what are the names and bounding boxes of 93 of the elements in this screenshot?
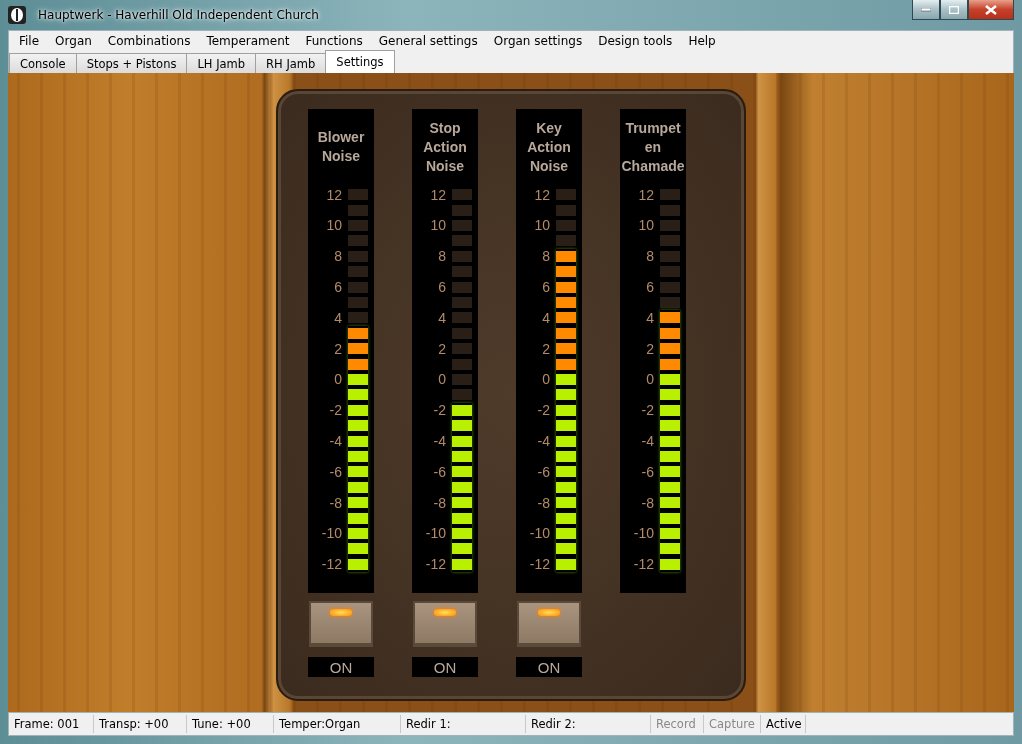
menu-item[interactable]: File <box>11 34 48 48</box>
toggle-button[interactable] <box>413 601 477 647</box>
scale-label: -10 <box>632 525 654 542</box>
scale-label: 10 <box>325 217 342 234</box>
status-item: Redir 1: <box>401 715 526 733</box>
scale-label: 10 <box>637 217 654 234</box>
close-icon <box>985 4 997 15</box>
status-item: Active <box>761 715 806 733</box>
scale-label: 6 <box>437 279 446 296</box>
scale-label: 4 <box>541 309 550 326</box>
tab[interactable]: Console <box>9 53 77 73</box>
menu-item[interactable]: Organ <box>47 34 100 48</box>
scale-label: 4 <box>333 309 342 326</box>
scale-label: -12 <box>320 556 342 573</box>
window-title: Hauptwerk - Haverhill Old Independent Church <box>37 7 320 24</box>
menu-item[interactable]: Help <box>680 34 724 48</box>
maximize-icon <box>949 5 959 14</box>
scale-label: -8 <box>328 494 342 511</box>
scale-label: 8 <box>437 248 446 265</box>
menu-item[interactable]: Functions <box>297 34 371 48</box>
scale-label: -12 <box>424 556 446 573</box>
scale-label: 10 <box>429 217 446 234</box>
scale-label: 2 <box>645 340 654 357</box>
scale-label: 8 <box>541 248 550 265</box>
scale-label: 12 <box>533 186 550 203</box>
status-item: Record <box>651 715 704 733</box>
scale-label: 4 <box>645 309 654 326</box>
meter-title: Blower Noise <box>316 128 366 166</box>
scale-label: -2 <box>328 402 342 419</box>
meter-title: Trumpet en Chamade <box>620 118 686 176</box>
scale-label: -4 <box>432 432 446 449</box>
minimize-button[interactable] <box>912 0 940 20</box>
tab[interactable]: RH Jamb <box>255 53 327 73</box>
scale-label: 12 <box>429 186 446 203</box>
status-item: Frame: 001 <box>9 715 94 733</box>
scale-label: -2 <box>640 402 654 419</box>
scale-label: 6 <box>541 279 550 296</box>
status-item: Temper:Organ <box>274 715 401 733</box>
scale-label: -4 <box>328 432 342 449</box>
scale-label: -2 <box>432 402 446 419</box>
scale-label: -12 <box>528 556 550 573</box>
scale-label: 12 <box>637 186 654 203</box>
scale-label: 8 <box>333 248 342 265</box>
toggle-button[interactable] <box>309 601 373 647</box>
status-item: Redir 2: <box>526 715 651 733</box>
scale-label: -8 <box>432 494 446 511</box>
scale-label: 6 <box>645 279 654 296</box>
menu-item[interactable]: General settings <box>370 34 486 48</box>
scale-label: 12 <box>325 186 342 203</box>
scale-label: -6 <box>432 463 446 480</box>
scale-label: -6 <box>328 463 342 480</box>
minimize-icon <box>921 7 931 12</box>
scale-label: -12 <box>632 556 654 573</box>
status-item: Tune: +00 <box>187 715 274 733</box>
tab[interactable]: LH Jamb <box>186 53 257 73</box>
scale-label: 6 <box>333 279 342 296</box>
scale-label: -4 <box>536 432 550 449</box>
scale-label: 2 <box>437 340 446 357</box>
switch-label: ON <box>516 657 582 677</box>
meter-title: Stop Action Noise <box>422 118 468 176</box>
scale-label: -6 <box>640 463 654 480</box>
scale-label: -10 <box>320 525 342 542</box>
scale-label: -10 <box>528 525 550 542</box>
scale-label: 0 <box>541 371 550 388</box>
meter-title: Key Action Noise <box>526 118 572 176</box>
scale-label: -2 <box>536 402 550 419</box>
status-item: Capture <box>704 715 761 733</box>
menu-item[interactable]: Combinations <box>99 34 199 48</box>
scale-label: 0 <box>437 371 446 388</box>
scale-label: -10 <box>424 525 446 542</box>
scale-label: 0 <box>645 371 654 388</box>
menu-item[interactable]: Organ settings <box>485 34 591 48</box>
toggle-button[interactable] <box>517 601 581 647</box>
close-button[interactable] <box>968 0 1014 20</box>
maximize-button[interactable] <box>940 0 968 20</box>
tab[interactable]: Settings <box>325 50 395 73</box>
scale-label: -6 <box>536 463 550 480</box>
scale-label: 0 <box>333 371 342 388</box>
scale-label: -8 <box>640 494 654 511</box>
switch-label: ON <box>308 657 374 677</box>
menu-item[interactable]: Temperament <box>198 34 298 48</box>
scale-label: -4 <box>640 432 654 449</box>
scale-label: 2 <box>541 340 550 357</box>
status-item: Transp: +00 <box>94 715 187 733</box>
tab[interactable]: Stops + Pistons <box>75 53 188 73</box>
switch-label: ON <box>412 657 478 677</box>
scale-label: 8 <box>645 248 654 265</box>
scale-label: 2 <box>333 340 342 357</box>
menu-item[interactable]: Design tools <box>590 34 681 48</box>
scale-label: -8 <box>536 494 550 511</box>
scale-label: 4 <box>437 309 446 326</box>
scale-label: 10 <box>533 217 550 234</box>
app-logo-icon <box>8 6 26 24</box>
